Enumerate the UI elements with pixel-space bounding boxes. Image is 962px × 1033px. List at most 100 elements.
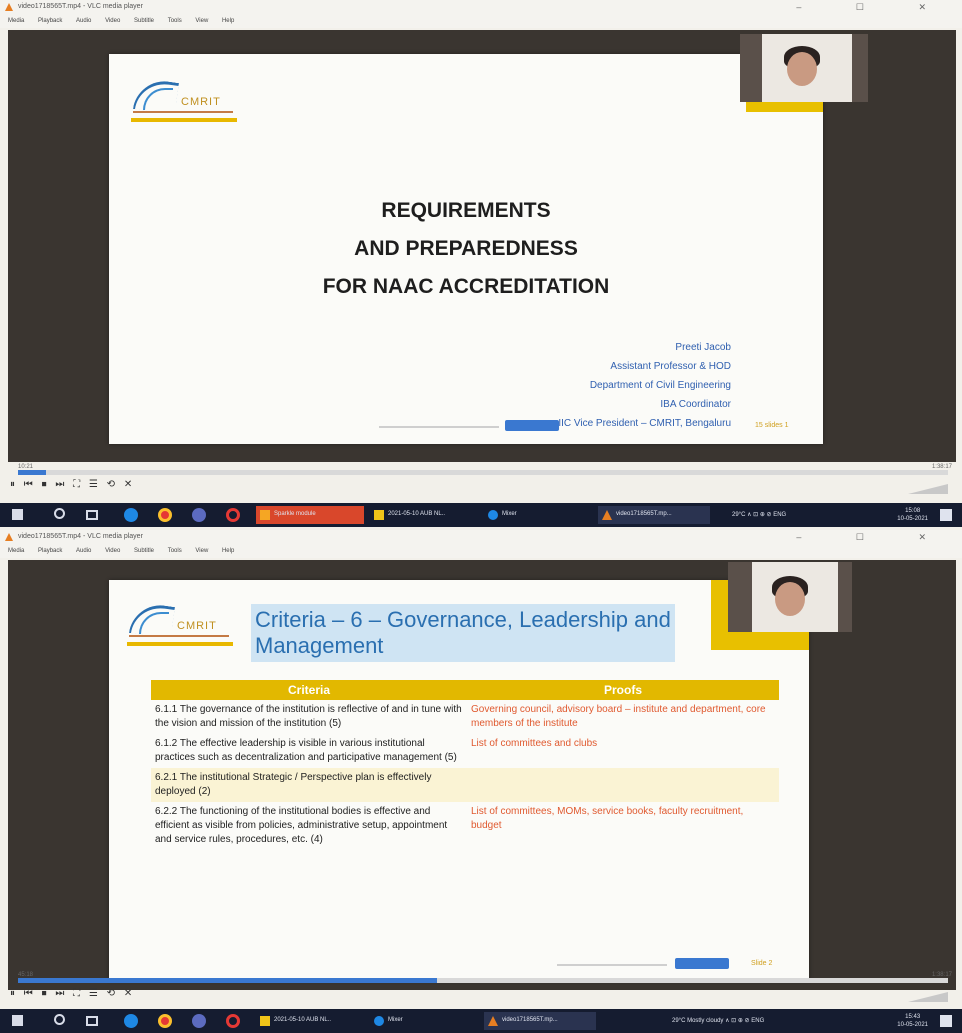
slide-nav-button[interactable] — [675, 958, 729, 969]
opera-icon[interactable] — [226, 1014, 240, 1028]
taskbar-button-vlc[interactable]: video1718565T.mp... — [484, 1012, 596, 1030]
table-row: 6.1.2 The effective leadership is visibl… — [151, 734, 779, 768]
fullscreen-icon[interactable]: ⛶ — [73, 479, 80, 490]
taskbar-button-file[interactable]: 2021-05-10 AUB NL.. — [256, 1012, 364, 1030]
folder-icon — [260, 1016, 270, 1026]
menu-item-video[interactable]: Video — [105, 548, 120, 554]
menu-item-tools[interactable]: Tools — [168, 18, 182, 24]
menu-item-media[interactable]: Media — [8, 18, 24, 24]
video-area[interactable]: CMRIT Criteria – 6 – Governance, Leaders… — [8, 560, 956, 990]
cmrit-logo: CMRIT — [131, 77, 241, 126]
sparkle-app-icon — [260, 510, 270, 520]
table-row: 6.2.1 The institutional Strategic / Pers… — [151, 768, 779, 802]
slide-title-line-2: AND PREPAREDNESS — [354, 237, 578, 260]
opera-icon[interactable] — [226, 508, 240, 522]
menu-item-subtitle[interactable]: Subtitle — [134, 548, 154, 554]
menu-bar: Media Playback Audio Video Subtitle Tool… — [0, 15, 962, 28]
menu-item-video[interactable]: Video — [105, 18, 120, 24]
taskbar-clock[interactable]: 15:08 10-05-2021 — [897, 507, 928, 523]
menu-item-view[interactable]: View — [195, 18, 208, 24]
taskbar-button-vlc[interactable]: video1718565T.mp... — [598, 506, 710, 524]
presentation-slide: CMRIT Criteria – 6 – Governance, Leaders… — [109, 580, 809, 980]
playlist-icon[interactable]: ☰ — [89, 479, 98, 490]
task-view-icon[interactable] — [86, 1016, 98, 1026]
menu-item-media[interactable]: Media — [8, 548, 24, 554]
system-tray[interactable]: 29°C ∧ ⊡ ⊕ ⊘ ENG — [732, 511, 786, 518]
loop-icon[interactable]: ⟲ — [107, 479, 115, 490]
next-icon[interactable]: ⏭ — [55, 988, 64, 999]
playlist-icon[interactable]: ☰ — [89, 988, 98, 999]
menu-item-audio[interactable]: Audio — [76, 18, 91, 24]
logo-text: CMRIT — [177, 620, 217, 632]
criteria-cell: 6.1.1 The governance of the institution … — [155, 704, 462, 729]
cmrit-logo: CMRIT — [127, 601, 237, 652]
windows-taskbar: 2021-05-10 AUB NL.. Mixer video1718565T.… — [0, 1009, 962, 1033]
menu-item-view[interactable]: View — [195, 548, 208, 554]
taskbar-clock[interactable]: 15:43 10-05-2021 — [897, 1013, 928, 1029]
webcam-face — [787, 52, 817, 86]
windows-start-icon[interactable] — [12, 1015, 23, 1026]
app-icon[interactable] — [192, 1014, 206, 1028]
next-icon[interactable]: ⏭ — [55, 479, 64, 490]
notification-icon[interactable] — [940, 509, 952, 521]
windows-taskbar: Sparkle module 2021-05-10 AUB NL.. Mixer… — [0, 503, 962, 527]
menu-item-subtitle[interactable]: Subtitle — [134, 18, 154, 24]
loop-icon[interactable]: ⟲ — [107, 988, 115, 999]
menu-item-audio[interactable]: Audio — [76, 548, 91, 554]
slide-title-line-1: REQUIREMENTS — [381, 199, 551, 222]
stop-icon[interactable]: ⏹ — [42, 479, 47, 490]
presentation-slide: CMRIT REQUIREMENTS AND PREPAREDNESS FOR … — [109, 54, 823, 444]
chrome-icon[interactable] — [158, 1014, 172, 1028]
volume-slider[interactable] — [908, 992, 948, 1002]
slide-page-label: Slide 2 — [751, 960, 773, 967]
window-titlebar[interactable]: video1718565T.mp4 - VLC media player – ☐… — [0, 530, 962, 545]
seek-bar[interactable] — [18, 470, 948, 475]
slide-title: Criteria – 6 – Governance, Leadership an… — [251, 604, 675, 662]
app-icon[interactable] — [192, 508, 206, 522]
pause-icon[interactable]: ⏸ — [10, 988, 15, 999]
search-icon[interactable] — [54, 1014, 65, 1025]
volume-slider[interactable] — [908, 484, 948, 494]
webcam-overlay — [740, 34, 868, 102]
previous-icon[interactable]: ⏮ — [24, 988, 33, 999]
windows-start-icon[interactable] — [12, 509, 23, 520]
menu-item-playback[interactable]: Playback — [38, 548, 62, 554]
mixer-icon — [488, 510, 498, 520]
seek-bar[interactable] — [18, 978, 948, 983]
menu-item-help[interactable]: Help — [222, 18, 234, 24]
window-controls[interactable]: – ☐ ✕ — [796, 2, 952, 13]
edge-browser-icon[interactable] — [124, 1014, 138, 1028]
notification-icon[interactable] — [940, 1015, 952, 1027]
window-controls[interactable]: – ☐ ✕ — [796, 532, 952, 543]
proofs-cell: Governing council, advisory board – inst… — [471, 704, 766, 729]
column-header-proofs: Proofs — [467, 680, 779, 700]
previous-icon[interactable]: ⏮ — [24, 479, 33, 490]
mixer-icon — [374, 1016, 384, 1026]
taskbar-button-mixer[interactable]: Mixer — [484, 506, 592, 524]
task-view-icon[interactable] — [86, 510, 98, 520]
menu-item-tools[interactable]: Tools — [168, 548, 182, 554]
window-titlebar[interactable]: video1718565T.mp4 - VLC media player – ☐… — [0, 0, 962, 15]
pause-icon[interactable]: ⏸ — [10, 479, 15, 490]
video-area[interactable]: CMRIT REQUIREMENTS AND PREPAREDNESS FOR … — [8, 30, 956, 462]
chrome-icon[interactable] — [158, 508, 172, 522]
stop-icon[interactable]: ⏹ — [42, 988, 47, 999]
fullscreen-icon[interactable]: ⛶ — [73, 988, 80, 999]
slide-nav-button[interactable] — [505, 420, 559, 431]
criteria-cell: 6.2.2 The functioning of the institution… — [155, 806, 448, 845]
taskbar-button-mixer[interactable]: Mixer — [370, 1012, 478, 1030]
edge-browser-icon[interactable] — [124, 508, 138, 522]
taskbar-button-file[interactable]: 2021-05-10 AUB NL.. — [370, 506, 478, 524]
slide-title-line-3: FOR NAAC ACCREDITATION — [322, 275, 610, 298]
shuffle-icon[interactable]: ✕ — [124, 479, 132, 490]
taskbar-button-sparkle[interactable]: Sparkle module — [256, 506, 364, 524]
system-tray[interactable]: 29°C Mostly cloudy ∧ ⊡ ⊕ ⊘ ENG — [672, 1017, 764, 1024]
criteria-table: Criteria Proofs 6.1.1 The governance of … — [151, 680, 779, 850]
vlc-cone-icon — [5, 3, 13, 11]
menu-item-playback[interactable]: Playback — [38, 18, 62, 24]
total-time: 1:38:17 — [931, 464, 952, 470]
shuffle-icon[interactable]: ✕ — [124, 988, 132, 999]
search-icon[interactable] — [54, 508, 65, 519]
screenshot-bottom: video1718565T.mp4 - VLC media player – ☐… — [0, 530, 962, 1033]
menu-item-help[interactable]: Help — [222, 548, 234, 554]
